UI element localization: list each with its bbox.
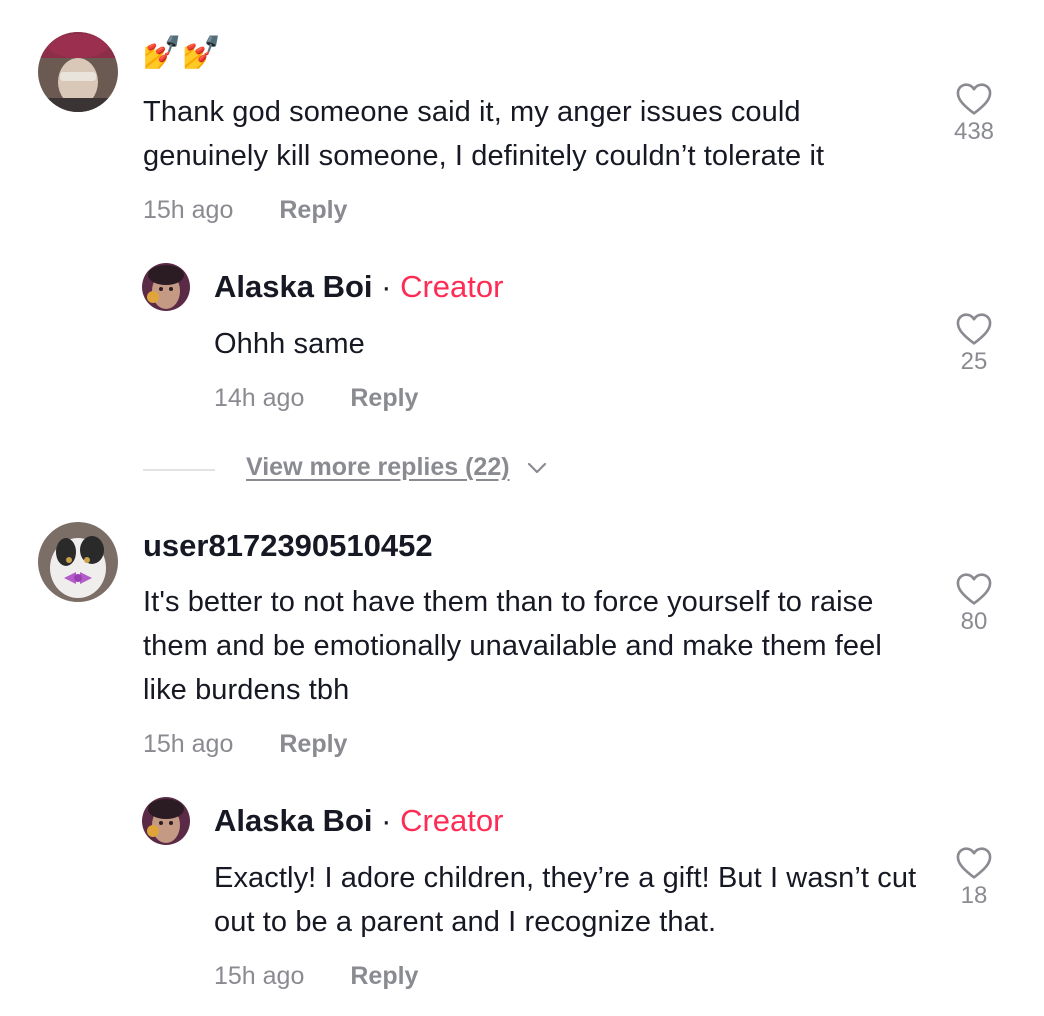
avatar[interactable] <box>38 522 118 602</box>
comment-text: Thank god someone said it, my anger issu… <box>143 96 825 172</box>
like-count: 25 <box>960 348 988 375</box>
like-button[interactable]: 25 <box>939 312 1009 376</box>
heart-outline-icon <box>956 573 992 605</box>
view-more-replies-label[interactable]: View more replies (22) <box>246 453 510 482</box>
comment-meta: 15h ago Reply <box>143 728 347 760</box>
reply-button[interactable]: Reply <box>350 962 418 990</box>
divider <box>143 469 215 471</box>
reply-text: Ohhh same <box>214 328 365 360</box>
heart-outline-icon <box>956 83 992 115</box>
avatar[interactable] <box>142 263 190 311</box>
chevron-down-icon <box>527 462 546 473</box>
comment-text: It's better to not have them than to for… <box>143 586 882 706</box>
view-more-replies[interactable]: View more replies (22) <box>246 453 548 482</box>
reply-meta: 15h ago Reply <box>214 960 418 992</box>
comment-meta: 15h ago Reply <box>143 194 347 226</box>
avatar[interactable] <box>142 797 190 845</box>
reply-author: Alaska Boi · Creator <box>214 267 503 307</box>
reply-button[interactable]: Reply <box>279 196 347 224</box>
reply-time: 15h ago <box>214 962 305 990</box>
separator: · <box>381 803 392 838</box>
heart-outline-icon <box>956 313 992 345</box>
username[interactable]: Alaska Boi <box>214 269 373 304</box>
like-count: 438 <box>953 118 995 145</box>
reply-meta: 14h ago Reply <box>214 382 418 414</box>
reply-time: 14h ago <box>214 384 305 412</box>
like-button[interactable]: 438 <box>939 82 1009 146</box>
comment-emoji: 💅💅 <box>142 34 222 70</box>
reply-text: Exactly! I adore children, they’re a gif… <box>214 862 917 938</box>
separator: · <box>381 269 392 304</box>
creator-badge: Creator <box>400 269 504 304</box>
reply-button[interactable]: Reply <box>350 384 418 412</box>
like-count: 18 <box>960 882 988 909</box>
reply-author: Alaska Boi · Creator <box>214 801 503 841</box>
comment-author[interactable]: user8172390510452 <box>143 526 433 566</box>
like-button[interactable]: 80 <box>939 572 1009 636</box>
username[interactable]: Alaska Boi <box>214 803 373 838</box>
comment-time: 15h ago <box>143 730 234 758</box>
comment-time: 15h ago <box>143 196 234 224</box>
heart-outline-icon <box>956 847 992 879</box>
creator-badge: Creator <box>400 803 504 838</box>
like-button[interactable]: 18 <box>939 846 1009 910</box>
avatar[interactable] <box>38 32 118 112</box>
like-count: 80 <box>960 608 988 635</box>
reply-button[interactable]: Reply <box>279 730 347 758</box>
